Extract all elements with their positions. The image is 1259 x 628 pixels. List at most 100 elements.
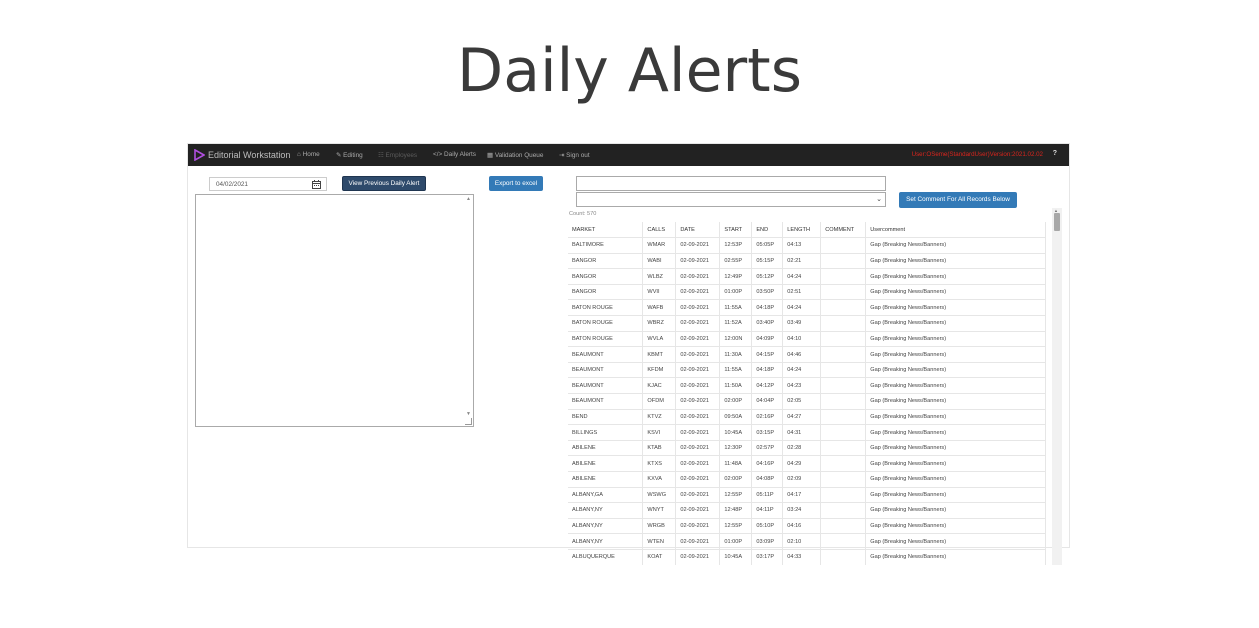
brand-link[interactable]: Editorial Workstation <box>194 148 290 162</box>
nav-daily-alerts[interactable]: </> Daily Alerts <box>433 151 476 158</box>
table-row[interactable]: BATON ROUGE WVLA 02-09-2021 12:00N 04:09P 04:… <box>568 331 1046 348</box>
cell-date: 02-09-2021 <box>675 284 721 301</box>
table-row[interactable]: BEAUMONT OFDM 02-09-2021 02:00P 04:04P 02:05 G… <box>568 393 1046 410</box>
grid-scrollbar[interactable]: ▲ <box>1052 208 1062 565</box>
cell-comment[interactable] <box>820 424 867 441</box>
table-row[interactable]: BILLINGS KSVI 02-09-2021 10:45A 03:15P 04:31 G… <box>568 424 1046 441</box>
cell-end: 03:50P <box>751 284 784 301</box>
cell-usercomment: Gap (Breaking News/Banners) <box>865 253 1046 270</box>
cell-length: 04:33 <box>782 549 822 565</box>
cell-comment[interactable] <box>820 362 867 379</box>
cell-comment[interactable] <box>820 471 867 488</box>
column-header-start[interactable]: START <box>719 222 753 239</box>
table-row[interactable]: ALBANY,NY WTEN 02-09-2021 01:00P 03:09P 02:10… <box>568 533 1046 550</box>
calendar-icon[interactable] <box>312 180 321 189</box>
cell-comment[interactable] <box>820 268 867 285</box>
nav-home[interactable]: ⌂ Home <box>297 151 320 158</box>
date-field[interactable]: 04/02/2021 <box>209 177 327 191</box>
cell-comment[interactable] <box>820 346 867 363</box>
comment-input[interactable] <box>576 176 886 191</box>
cell-length: 02:05 <box>782 393 822 410</box>
cell-length: 03:24 <box>782 502 822 519</box>
column-header-calls[interactable]: CALLS <box>642 222 677 239</box>
table-row[interactable]: ABILENE KXVA 02-09-2021 02:00P 04:08P 02:09 Ga… <box>568 471 1046 488</box>
column-header-usercomment[interactable]: Usercomment <box>865 222 1046 239</box>
table-row[interactable]: BANGOR WABI 02-09-2021 02:55P 05:15P 02:21 Gap… <box>568 253 1046 270</box>
scroll-up-icon[interactable]: ▲ <box>466 196 471 202</box>
table-row[interactable]: BALTIMORE WMAR 02-09-2021 12:53P 05:05P 04:13… <box>568 237 1046 254</box>
nav-sign-out[interactable]: ⇥ Sign out <box>559 151 590 159</box>
cell-comment[interactable] <box>820 502 867 519</box>
table-row[interactable]: ALBANY,NY WNYT 02-09-2021 12:48P 04:11P 03:24… <box>568 502 1046 519</box>
cell-date: 02-09-2021 <box>675 393 721 410</box>
column-header-market[interactable]: MARKET <box>568 222 644 239</box>
column-header-comment[interactable]: COMMENT <box>820 222 867 239</box>
cell-calls: KXVA <box>642 471 677 488</box>
cell-date: 02-09-2021 <box>675 346 721 363</box>
cell-comment[interactable] <box>820 393 867 410</box>
home-icon: ⌂ <box>297 151 301 158</box>
cell-start: 12:30P <box>719 440 753 457</box>
table-row[interactable]: BANGOR WLBZ 02-09-2021 12:49P 05:12P 04:24 Gap… <box>568 268 1046 285</box>
cell-start: 12:55P <box>719 487 753 504</box>
cell-comment[interactable] <box>820 284 867 301</box>
cell-comment[interactable] <box>820 533 867 550</box>
table-row[interactable]: ABILENE KTXS 02-09-2021 11:48A 04:16P 04:29 Ga… <box>568 455 1046 472</box>
cell-start: 02:00P <box>719 471 753 488</box>
cell-comment[interactable] <box>820 315 867 332</box>
cell-length: 04:46 <box>782 346 822 363</box>
help-link[interactable]: ? <box>1053 150 1057 157</box>
cell-comment[interactable] <box>820 377 867 395</box>
column-header-length[interactable]: LENGTH <box>782 222 822 239</box>
cell-comment[interactable] <box>820 237 867 254</box>
table-row[interactable]: ALBANY,GA WSWG 02-09-2021 12:55P 05:11P 04:17… <box>568 487 1046 504</box>
cell-comment[interactable] <box>820 518 867 535</box>
cell-comment[interactable] <box>820 455 867 472</box>
column-header-date[interactable]: DATE <box>675 222 721 239</box>
table-row[interactable]: BANGOR WVII 02-09-2021 01:00P 03:50P 02:51 Gap… <box>568 284 1046 301</box>
cell-length: 04:16 <box>782 518 822 535</box>
cell-comment[interactable] <box>820 487 867 504</box>
textarea-scrollbar[interactable]: ▲ ▼ <box>465 195 473 426</box>
nav-validation-queue[interactable]: ▦ Validation Queue <box>487 151 543 159</box>
view-previous-daily-alert-button[interactable]: View Previous Daily Alert <box>342 176 426 191</box>
cell-length: 04:24 <box>782 268 822 285</box>
cell-usercomment: Gap (Breaking News/Banners) <box>865 284 1046 301</box>
table-row[interactable]: ABILENE KTAB 02-09-2021 12:30P 02:57P 02:28 Ga… <box>568 440 1046 457</box>
table-row[interactable]: BEND KTVZ 02-09-2021 09:50A 02:16P 04:27 Gap (… <box>568 409 1046 426</box>
resize-grip-icon[interactable] <box>465 418 472 425</box>
table-row[interactable]: BATON ROUGE WBRZ 02-09-2021 11:52A 03:40P 03:… <box>568 315 1046 332</box>
app-window: Editorial Workstation ⌂ Home ✎ Editing ☷… <box>187 143 1070 565</box>
scroll-down-icon[interactable]: ▼ <box>466 411 471 417</box>
scrollbar-thumb[interactable] <box>1054 213 1060 231</box>
nav-editing[interactable]: ✎ Editing <box>336 151 363 159</box>
cell-comment[interactable] <box>820 331 867 348</box>
export-to-excel-button[interactable]: Export to excel <box>489 176 543 191</box>
table-row[interactable]: BEAUMONT KBMT 02-09-2021 11:30A 04:15P 04:46 G… <box>568 346 1046 363</box>
date-value: 04/02/2021 <box>216 181 248 188</box>
table-row[interactable]: BEAUMONT KJAC 02-09-2021 11:50A 04:12P 04:23 G… <box>568 377 1046 395</box>
cell-usercomment: Gap (Breaking News/Banners) <box>865 315 1046 332</box>
cell-start: 01:00P <box>719 533 753 550</box>
cell-calls: WVLA <box>642 331 677 348</box>
cell-start: 12:55P <box>719 518 753 535</box>
set-comment-button[interactable]: Set Comment For All Records Below <box>899 192 1017 208</box>
cell-comment[interactable] <box>820 409 867 426</box>
cell-comment[interactable] <box>820 299 867 317</box>
table-row[interactable]: BATON ROUGE WAFB 02-09-2021 11:55A 04:18P 04:… <box>568 299 1046 317</box>
cell-comment[interactable] <box>820 253 867 270</box>
cell-end: 04:09P <box>751 331 784 348</box>
table-row[interactable]: BEAUMONT KFDM 02-09-2021 11:55A 04:18P 04:24 G… <box>568 362 1046 379</box>
table-row[interactable]: ALBANY,NY WRGB 02-09-2021 12:55P 05:10P 04:16… <box>568 518 1046 535</box>
cell-date: 02-09-2021 <box>675 455 721 472</box>
cell-start: 11:48A <box>719 455 753 472</box>
cell-comment[interactable] <box>820 549 867 565</box>
cell-usercomment: Gap (Breaking News/Banners) <box>865 409 1046 426</box>
column-header-end[interactable]: END <box>751 222 784 239</box>
cell-comment[interactable] <box>820 440 867 457</box>
alert-textarea[interactable]: ▲ ▼ <box>195 194 474 427</box>
table-row[interactable]: ALBUQUERQUE KOAT 02-09-2021 10:45A 03:17P 04:… <box>568 549 1046 565</box>
cell-market: ALBANY,NY <box>568 533 644 550</box>
cell-usercomment: Gap (Breaking News/Banners) <box>865 331 1046 348</box>
comment-select[interactable]: ⌄ <box>576 192 886 207</box>
